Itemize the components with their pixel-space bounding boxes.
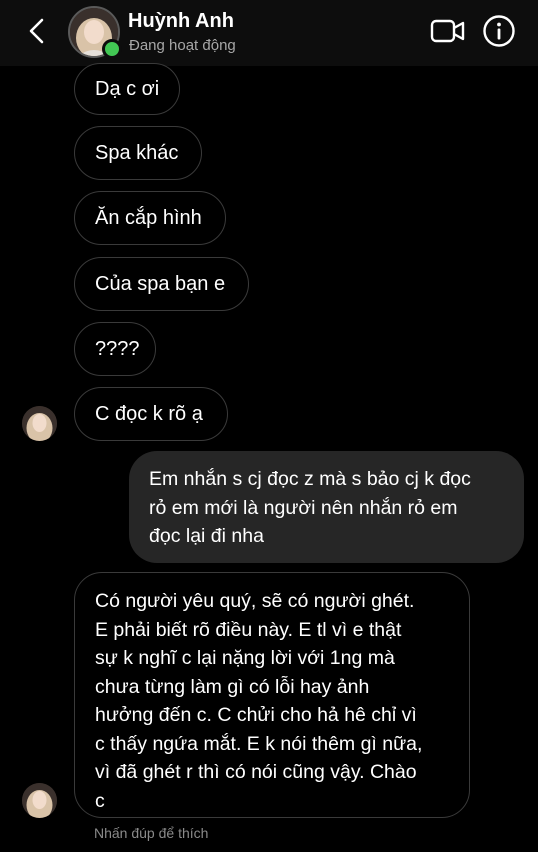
message-text: Ăn cắp hình: [95, 207, 202, 229]
contact-name[interactable]: Huỳnh Anh: [128, 10, 234, 33]
message-line: rỏ em mới là người nên nhắn rỏ em: [149, 496, 458, 519]
message-text: C đọc k rõ ạ: [95, 403, 203, 425]
message-line: sự k nghĩ c lại nặng lời với 1ng mà: [95, 647, 395, 669]
message-line: c thấy ngứa mắt. E k nói thêm gì nữa,: [95, 732, 423, 755]
received-message[interactable]: ????: [74, 322, 156, 376]
video-call-icon[interactable]: [430, 17, 466, 45]
info-icon[interactable]: [482, 14, 516, 48]
sent-message[interactable]: Em nhắn s cj đọc z mà s bảo cj k đọc rỏ …: [129, 451, 524, 563]
received-message[interactable]: Spa khác: [74, 126, 202, 180]
chat-header: Huỳnh Anh Đang hoạt động: [0, 0, 538, 66]
double-tap-hint: Nhấn đúp để thích: [94, 825, 209, 841]
message-line: Có người yêu quý, sẽ có người ghét.: [95, 590, 415, 612]
sender-avatar[interactable]: [22, 783, 57, 818]
message-text: Của spa bạn e: [95, 273, 226, 295]
online-indicator: [102, 39, 122, 59]
received-message[interactable]: Ăn cắp hình: [74, 191, 226, 245]
message-text: Dạ c ơi: [95, 78, 160, 100]
message-line: chưa từng làm gì có lỗi hay ảnh: [95, 675, 370, 698]
message-line: Em nhắn s cj đọc z mà s bảo cj k đọc: [149, 468, 471, 490]
message-text: Spa khác: [95, 142, 179, 164]
received-message[interactable]: C đọc k rõ ạ: [74, 387, 228, 441]
back-arrow-icon[interactable]: [22, 14, 52, 48]
message-line: hưởng đến c. C chửi cho hả hê chỉ vì: [95, 704, 417, 726]
message-line: c: [95, 789, 105, 812]
received-message[interactable]: Có người yêu quý, sẽ có người ghét. E ph…: [74, 572, 470, 818]
received-message[interactable]: Của spa bạn e: [74, 257, 249, 311]
active-status: Đang hoạt động: [129, 37, 236, 54]
received-message[interactable]: Dạ c ơi: [74, 63, 180, 115]
message-line: vì đã ghét r thì có nói cũng vậy. Chào: [95, 761, 417, 783]
message-text: ????: [95, 338, 140, 360]
message-line: đọc lại đi nha: [149, 525, 264, 547]
message-line: E phải biết rõ điều này. E tl vì e thật: [95, 618, 402, 641]
sender-avatar[interactable]: [22, 406, 57, 441]
